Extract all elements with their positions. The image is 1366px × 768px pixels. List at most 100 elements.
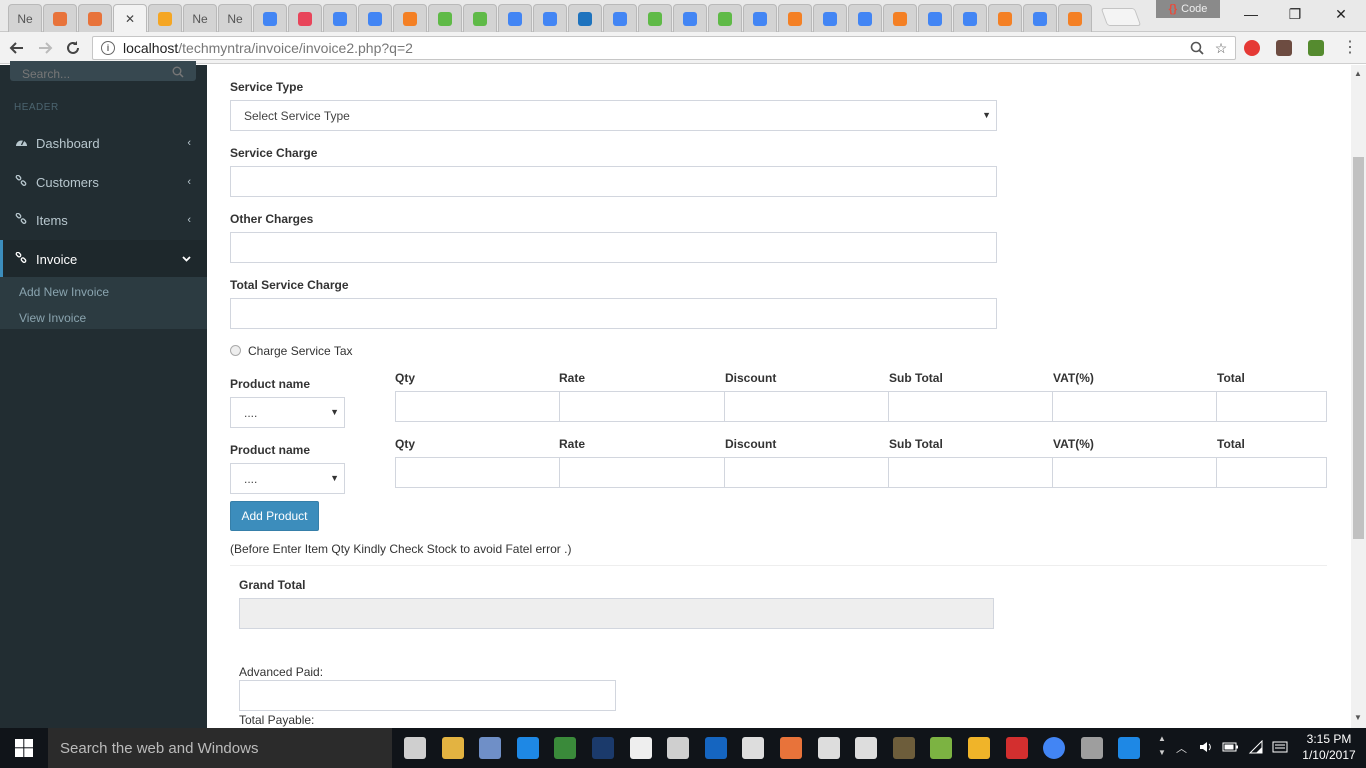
other-charges-input[interactable] [230,232,997,263]
browser-tab[interactable] [813,4,847,32]
profile-badge[interactable]: {} Code [1156,0,1220,18]
app-icon[interactable] [968,737,990,759]
product-name-select[interactable]: .... ▼ [230,463,345,494]
rate-input[interactable] [559,391,725,422]
discount-input[interactable] [724,391,889,422]
task-view-icon[interactable] [404,737,426,759]
browser-tab[interactable] [78,4,112,32]
filezilla-icon[interactable] [1005,737,1028,759]
store-icon[interactable] [742,737,765,759]
sidebar-item-invoice[interactable]: Invoice [0,240,207,278]
browser-tab[interactable] [743,4,777,32]
browser-tab[interactable] [848,4,882,32]
total-input[interactable] [1216,391,1327,422]
taskbar-clock[interactable]: 3:15 PM 1/10/2017 [1296,731,1362,763]
product-name-select[interactable]: .... ▼ [230,397,345,428]
search-icon[interactable] [172,66,184,81]
photoshop-icon[interactable] [592,737,614,759]
browser-tab[interactable] [918,4,952,32]
browser-tab[interactable] [253,4,287,32]
site-info-icon[interactable]: i [101,41,115,55]
battery-icon[interactable] [1222,740,1240,757]
chrome-menu-icon[interactable]: ⋮ [1342,38,1358,58]
browser-tab[interactable]: Ne [218,4,252,32]
extension-icon[interactable] [1276,40,1292,56]
chrome-icon[interactable] [1043,737,1066,759]
file-explorer-icon[interactable] [441,737,464,759]
android-studio-icon[interactable] [930,737,953,759]
browser-tab[interactable] [148,4,182,32]
browser-tab[interactable] [43,4,77,32]
browser-tab[interactable]: Ne [8,4,42,32]
app-icon[interactable] [479,737,502,759]
browser-tab[interactable]: Ne [183,4,217,32]
browser-tab[interactable] [708,4,742,32]
qty-input[interactable] [395,457,560,488]
browser-tab[interactable] [428,4,462,32]
url-text[interactable]: localhost/techmyntra/invoice/invoice2.ph… [123,40,1187,56]
browser-tab[interactable] [1058,4,1092,32]
browser-tab-active[interactable]: ✕ [113,4,147,32]
browser-tab[interactable] [603,4,637,32]
close-window-button[interactable]: ✕ [1318,4,1364,24]
app-icon[interactable] [629,737,652,759]
scroll-down-icon[interactable]: ▼ [1354,713,1362,722]
taskbar-search-input[interactable]: Search the web and Windows [48,728,392,768]
browser-tab[interactable] [1023,4,1057,32]
minimize-button[interactable]: — [1228,4,1274,24]
advanced-paid-input[interactable] [239,680,616,711]
app-icon[interactable] [704,737,727,759]
service-type-select[interactable]: Select Service Type ▼ [230,100,997,131]
charge-service-tax-radio[interactable] [230,345,241,356]
sidebar-item-dashboard[interactable]: Dashboard ‹ [0,124,207,162]
browser-tab[interactable] [988,4,1022,32]
service-charge-input[interactable] [230,166,997,197]
sub-total-input[interactable] [888,457,1053,488]
bookmark-star-icon[interactable]: ☆ [1211,38,1231,58]
vat-input[interactable] [1052,457,1217,488]
sublime-icon[interactable] [892,737,915,759]
discount-input[interactable] [724,457,889,488]
show-hidden-icons-icon[interactable]: ︿ [1176,740,1187,756]
browser-tab[interactable] [393,4,427,32]
browser-tab[interactable] [883,4,917,32]
app-icon[interactable] [817,737,840,759]
tray-scroll-icon[interactable]: ▲ ▼ [1158,732,1166,760]
rate-input[interactable] [559,457,725,488]
wifi-icon[interactable] [1248,739,1264,757]
browser-tab[interactable] [288,4,322,32]
browser-tab[interactable] [953,4,987,32]
browser-tab[interactable] [323,4,357,32]
close-tab-icon[interactable]: ✕ [125,12,135,26]
vat-input[interactable] [1052,391,1217,422]
app-icon[interactable] [1080,737,1103,759]
sidebar-item-items[interactable]: Items ‹ [0,201,207,239]
extension-icon[interactable] [1244,40,1260,56]
browser-tab[interactable] [358,4,392,32]
browser-tab[interactable] [463,4,497,32]
scroll-up-icon[interactable]: ▲ [1354,69,1362,78]
app-icon[interactable] [554,737,577,759]
extension-icon[interactable] [1308,40,1324,56]
submenu-view-invoice[interactable]: View Invoice [19,311,86,325]
sidebar-search-input[interactable]: Search... [10,61,196,81]
browser-tab[interactable] [568,4,602,32]
xampp-icon[interactable] [780,737,802,759]
maximize-button[interactable]: ❐ [1272,4,1318,24]
new-tab-button[interactable] [1100,8,1142,26]
address-bar[interactable]: i localhost/techmyntra/invoice/invoice2.… [92,36,1236,60]
browser-tab[interactable] [673,4,707,32]
app-icon[interactable] [667,737,690,759]
start-button[interactable] [0,728,48,768]
scroll-thumb[interactable] [1353,157,1364,539]
back-button[interactable] [6,38,28,58]
reload-button[interactable] [62,38,84,58]
total-service-charge-input[interactable] [230,298,997,329]
qty-input[interactable] [395,391,560,422]
total-input[interactable] [1216,457,1327,488]
edge-icon[interactable] [516,737,539,759]
submenu-add-new-invoice[interactable]: Add New Invoice [19,285,109,299]
add-product-button[interactable]: Add Product [230,501,319,531]
sub-total-input[interactable] [888,391,1053,422]
volume-icon[interactable] [1198,739,1214,758]
